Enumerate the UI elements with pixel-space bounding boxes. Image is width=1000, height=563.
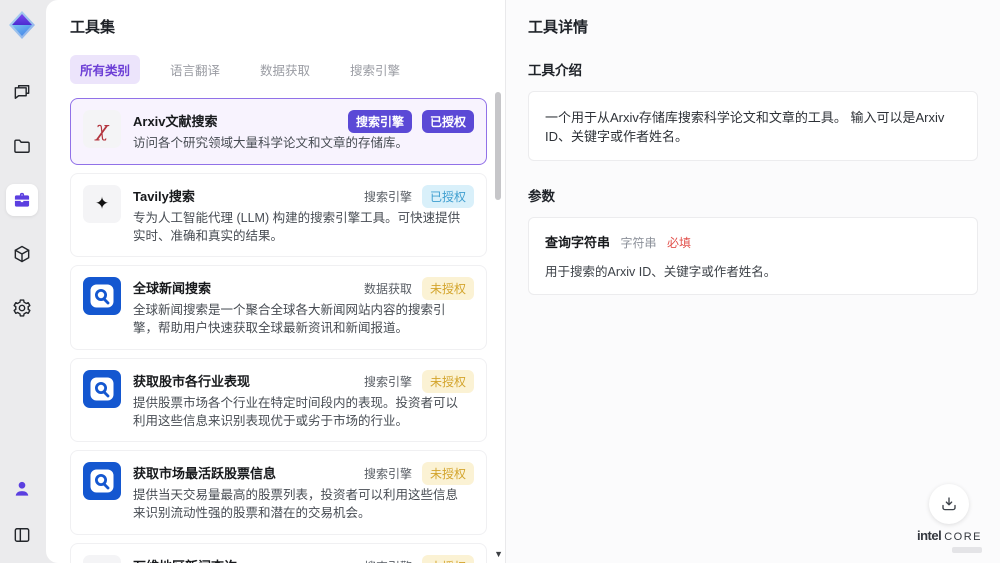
sidebar xyxy=(0,0,44,563)
brand-sub-badge xyxy=(952,547,982,553)
param-card: 查询字符串 字符串 必填 用于搜索的Arxiv ID、关键字或作者姓名。 xyxy=(528,217,978,295)
auth-status-badge: 未授权 xyxy=(421,369,474,393)
sidebar-item-folder[interactable] xyxy=(6,130,38,162)
arxiv-icon: χ xyxy=(83,110,121,148)
category-badge: 搜索引擎 xyxy=(363,189,412,204)
category-badge: 搜索引擎 xyxy=(363,374,412,389)
param-name: 查询字符串 xyxy=(545,235,611,250)
sidebar-item-tools[interactable] xyxy=(6,184,38,216)
gear-icon xyxy=(12,298,32,318)
category-badge: 搜索引擎 xyxy=(363,467,412,482)
param-required-badge: 必填 xyxy=(666,236,691,250)
scrollbar[interactable] xyxy=(494,92,501,547)
sidebar-item-models[interactable] xyxy=(6,238,38,270)
category-badge: 搜索引擎 xyxy=(347,110,412,133)
download-button[interactable] xyxy=(929,484,970,524)
intel-core-logo: intel CORE xyxy=(916,528,982,543)
tab-all-categories[interactable]: 所有类别 xyxy=(70,55,141,84)
auth-status-badge: 未授权 xyxy=(421,277,474,301)
cube-icon xyxy=(12,244,32,264)
category-badge: 数据获取 xyxy=(363,282,412,297)
category-tabs: 所有类别 语言翻译 数据获取 搜索引擎 xyxy=(70,55,505,84)
auth-status-badge: 已授权 xyxy=(421,184,474,208)
sidebar-item-profile[interactable] xyxy=(6,473,38,505)
chat-icon xyxy=(12,82,32,102)
tool-description: 提供股票市场各个行业在特定时间段内的表现。投资者可以利用这些信息来识别表现优于或… xyxy=(133,395,459,428)
tool-description: 提供当天交易量最高的股票列表，投资者可以利用这些信息来识别流动性强的股票和潜在的… xyxy=(133,488,459,520)
auth-status-badge: 未授权 xyxy=(421,462,474,486)
tool-description: 访问各个研究领域大量科学论文和文章的存储库。 xyxy=(133,136,409,150)
scrollbar-thumb[interactable] xyxy=(495,92,501,200)
sparkle-icon: ✦ xyxy=(83,184,121,223)
category-badge: 搜索引擎 xyxy=(364,558,412,563)
tab-search-engine[interactable]: 搜索引擎 xyxy=(340,55,410,84)
tool-card[interactable]: 获取股市各行业表现 提供股票市场各个行业在特定时间段内的表现。投资者可以利用这些… xyxy=(70,357,487,443)
corner-widgets: intel CORE xyxy=(917,484,982,553)
tool-card[interactable]: 万维地区新闻查询 查询具体行政区划内的新闻，快速了解各地新闻动 搜索引擎 未授权 xyxy=(70,542,487,563)
tool-description: 专为人工智能代理 (LLM) 构建的搜索引擎工具。可快速提供实时、准确和真实的结… xyxy=(133,210,461,243)
search-app-icon xyxy=(83,277,121,316)
param-desc: 用于搜索的Arxiv ID、关键字或作者姓名。 xyxy=(545,265,777,279)
tool-card[interactable]: χ Arxiv文献搜索 访问各个研究领域大量科学论文和文章的存储库。 搜索引擎 … xyxy=(70,98,487,165)
param-type: 字符串 xyxy=(620,236,657,250)
sidebar-bottom xyxy=(6,473,38,551)
tool-list-panel: 工具集 所有类别 语言翻译 数据获取 搜索引擎 χ Arxiv文献搜索 访问各个研究领… xyxy=(46,0,506,563)
scroll-down-icon[interactable]: ▼ xyxy=(494,550,503,559)
tool-description: 全球新闻搜索是一个聚合全球各大新闻网站内容的搜索引擎，帮助用户快速获取全球最新资… xyxy=(133,303,446,335)
tool-card[interactable]: ✦ Tavily搜索 专为人工智能代理 (LLM) 构建的搜索引擎工具。可快速提… xyxy=(70,172,487,258)
sidebar-item-panels[interactable] xyxy=(6,519,38,551)
news-icon xyxy=(83,554,121,563)
tab-data-fetch[interactable]: 数据获取 xyxy=(250,55,320,84)
user-icon xyxy=(12,479,32,499)
detail-title: 工具详情 xyxy=(528,19,589,36)
download-icon xyxy=(942,497,957,511)
auth-status-badge: 已授权 xyxy=(421,110,474,133)
search-app-icon xyxy=(83,369,121,408)
briefcase-icon xyxy=(12,190,32,210)
tool-list: χ Arxiv文献搜索 访问各个研究领域大量科学论文和文章的存储库。 搜索引擎 … xyxy=(70,98,505,563)
app-logo[interactable] xyxy=(5,8,39,42)
search-app-icon xyxy=(83,462,121,501)
sidebar-item-settings[interactable] xyxy=(6,292,38,324)
tool-card[interactable]: 全球新闻搜索 全球新闻搜索是一个聚合全球各大新闻网站内容的搜索引擎，帮助用户快速… xyxy=(70,265,487,350)
sidebar-item-chat[interactable] xyxy=(6,76,38,108)
folder-icon xyxy=(12,136,32,156)
tab-language-translation[interactable]: 语言翻译 xyxy=(160,55,230,84)
sidebar-nav xyxy=(6,76,38,324)
tool-detail-panel: 工具详情 工具介绍 一个用于从Arxiv存储库搜索科学论文和文章的工具。 输入可… xyxy=(506,0,1000,563)
tool-card[interactable]: 获取市场最活跃股票信息 提供当天交易量最高的股票列表，投资者可以利用这些信息来识… xyxy=(70,450,487,535)
params-section-title: 参数 xyxy=(528,189,555,204)
app-window: 工具集 所有类别 语言翻译 数据获取 搜索引擎 χ Arxiv文献搜索 访问各个研究领… xyxy=(0,0,1000,563)
intro-text: 一个用于从Arxiv存储库搜索科学论文和文章的工具。 输入可以是Arxiv ID… xyxy=(528,91,978,161)
auth-status-badge: 未授权 xyxy=(421,554,474,563)
main-area: 工具集 所有类别 语言翻译 数据获取 搜索引擎 χ Arxiv文献搜索 访问各个研究领… xyxy=(46,0,1000,563)
intro-section-title: 工具介绍 xyxy=(528,63,582,78)
param-head: 查询字符串 字符串 必填 xyxy=(545,232,961,252)
page-title: 工具集 xyxy=(70,19,116,36)
panels-icon xyxy=(12,525,32,545)
